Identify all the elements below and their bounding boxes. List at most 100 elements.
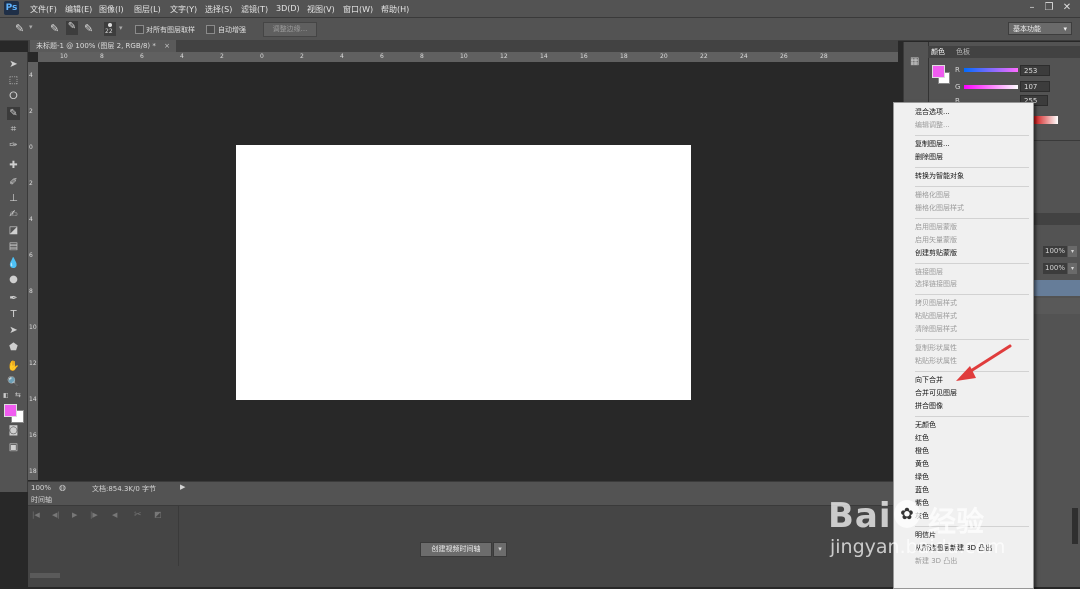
timeline-mode-dropdown-icon[interactable]: ▾ [493, 542, 507, 557]
default-colors-icon[interactable]: ◧ [3, 392, 9, 399]
layers-scrollbar[interactable] [1072, 508, 1078, 544]
layer-row[interactable] [1032, 298, 1080, 314]
menu-filter[interactable]: 滤镜(T) [241, 4, 268, 15]
healing-brush-tool-icon[interactable]: ✚ [7, 159, 20, 172]
context-menu-item[interactable]: 复制图层... [915, 139, 950, 149]
context-menu-item[interactable]: 创建剪贴蒙版 [915, 248, 957, 258]
channel-r-value[interactable]: 253 [1020, 65, 1050, 76]
screen-mode-icon[interactable]: ▣ [7, 441, 20, 454]
menu-window[interactable]: 窗口(W) [343, 4, 373, 15]
preset-dropdown-icon[interactable]: ▾ [29, 23, 33, 31]
context-menu-item[interactable]: 混合选项... [915, 107, 950, 117]
context-menu-item[interactable]: 向下合并 [915, 375, 943, 385]
add-to-selection-icon[interactable]: ✎ [66, 21, 78, 35]
crop-tool-icon[interactable]: ⌗ [7, 123, 20, 136]
menu-help[interactable]: 帮助(H) [381, 4, 409, 15]
quick-selection-tool-icon[interactable]: ✎ [7, 107, 20, 120]
menu-select[interactable]: 选择(S) [205, 4, 232, 15]
pen-tool-icon[interactable]: ✒ [7, 292, 20, 305]
context-menu-item: 拷贝图层样式 [915, 299, 957, 308]
layer-opacity-input[interactable]: 100% [1043, 246, 1067, 257]
close-tab-icon[interactable]: × [164, 42, 170, 50]
fill-dropdown-icon[interactable]: ▾ [1068, 263, 1077, 274]
opacity-dropdown-icon[interactable]: ▾ [1068, 246, 1077, 257]
context-menu-item[interactable]: 蓝色 [915, 485, 929, 495]
panel-foreground-swatch[interactable] [932, 65, 945, 78]
sample-all-layers-checkbox[interactable] [135, 25, 144, 34]
tab-color[interactable]: 颜色 [931, 47, 945, 57]
brush-size-picker[interactable]: 22 [104, 22, 116, 36]
history-brush-tool-icon[interactable]: ✍ [7, 208, 20, 221]
selected-layer-row[interactable] [1032, 280, 1080, 296]
channel-g-slider[interactable] [964, 85, 1018, 89]
context-menu-item[interactable]: 转换为智能对象 [915, 171, 964, 181]
menu-edit[interactable]: 编辑(E) [65, 4, 92, 15]
status-info-icon: ◍ [59, 483, 66, 492]
timeline-zoom-slider[interactable] [30, 573, 60, 578]
type-tool-icon[interactable]: T [7, 308, 20, 321]
menu-3d[interactable]: 3D(D) [276, 4, 300, 13]
menu-layer[interactable]: 图层(L) [134, 4, 161, 15]
zoom-tool-icon[interactable]: 🔍 [7, 376, 20, 389]
move-tool-icon[interactable]: ➤ [7, 58, 20, 71]
workspace-select[interactable]: 基本功能 ▾ [1008, 22, 1072, 35]
gradient-tool-icon[interactable]: ▤ [7, 240, 20, 253]
ruler-h-tick-label: 6 [140, 53, 144, 60]
menu-view[interactable]: 视图(V) [307, 4, 335, 15]
context-menu-item[interactable]: 绿色 [915, 472, 929, 482]
path-selection-tool-icon[interactable]: ➤ [7, 324, 20, 337]
prev-frame-icon[interactable]: ◀| [52, 511, 60, 519]
first-frame-icon[interactable]: |◀ [32, 511, 40, 519]
eyedropper-tool-icon[interactable]: ✑ [7, 139, 20, 152]
split-icon[interactable]: ✂ [134, 510, 142, 520]
new-selection-icon[interactable]: ✎ [50, 22, 59, 35]
tab-swatches[interactable]: 色板 [956, 47, 970, 57]
brush-size-dropdown-icon[interactable]: ▾ [119, 24, 123, 32]
brush-tool-preset-icon[interactable]: ✎ [15, 22, 24, 35]
foreground-color-swatch[interactable] [4, 404, 17, 417]
play-icon[interactable]: ▶ [72, 511, 77, 519]
menu-type[interactable]: 文字(Y) [170, 4, 197, 15]
channel-g-value[interactable]: 107 [1020, 81, 1050, 92]
context-menu-item[interactable]: 无颜色 [915, 420, 936, 430]
create-video-timeline-button[interactable]: 创建视频时间轴 [420, 542, 492, 557]
context-menu-item[interactable]: 黄色 [915, 459, 929, 469]
channel-r-slider[interactable] [964, 68, 1018, 72]
clone-stamp-tool-icon[interactable]: ⊥ [7, 192, 20, 205]
shape-tool-icon[interactable]: ⬟ [7, 341, 20, 354]
brush-tool-icon[interactable]: ✐ [7, 176, 20, 189]
audio-icon[interactable]: ◀ [112, 511, 117, 519]
document-canvas[interactable] [236, 145, 691, 400]
dodge-tool-icon[interactable]: ● [7, 273, 20, 286]
context-menu-item[interactable]: 橙色 [915, 446, 929, 456]
context-menu-item[interactable]: 红色 [915, 433, 929, 443]
layer-fill-input[interactable]: 100% [1043, 263, 1067, 274]
hand-tool-icon[interactable]: ✋ [7, 360, 20, 373]
marquee-tool-icon[interactable]: ⬚ [7, 74, 20, 87]
ruler-v-tick-label: 0 [29, 144, 33, 151]
document-tab[interactable]: 未标题-1 @ 100% (图层 2, RGB/8) * × [30, 40, 176, 52]
status-menu-arrow-icon[interactable]: ▶ [180, 483, 185, 491]
color-spectrum-bar[interactable] [1032, 116, 1058, 124]
history-panel-icon[interactable]: ▦ [910, 56, 919, 67]
refine-edge-button[interactable]: 调整边缘... [263, 22, 317, 37]
context-menu-item[interactable]: 拼合图像 [915, 401, 943, 411]
next-frame-icon[interactable]: |▶ [90, 511, 98, 519]
paw-logo-icon: ✿ [894, 500, 920, 528]
restore-icon[interactable]: ❐ [1043, 2, 1055, 14]
menu-file[interactable]: 文件(F) [30, 4, 57, 15]
quick-mask-icon[interactable]: ◙ [7, 424, 20, 437]
eraser-tool-icon[interactable]: ◪ [7, 224, 20, 237]
swap-colors-icon[interactable]: ⇆ [15, 391, 21, 399]
minimize-icon[interactable]: – [1026, 2, 1038, 14]
baidu-jingyan-watermark: Bai ✿ 经验 jingyan.baidu.com [828, 496, 1058, 581]
menu-image[interactable]: 图像(I) [99, 4, 124, 15]
context-menu-item[interactable]: 删除图层 [915, 152, 943, 162]
subtract-selection-icon[interactable]: ✎ [84, 22, 93, 35]
lasso-tool-icon[interactable]: ⵔ [7, 90, 20, 103]
close-icon[interactable]: ✕ [1061, 2, 1073, 14]
blur-tool-icon[interactable]: 💧 [7, 257, 20, 270]
transition-icon[interactable]: ◩ [154, 510, 162, 519]
auto-enhance-checkbox[interactable] [206, 25, 215, 34]
zoom-level[interactable]: 100% [31, 484, 51, 492]
